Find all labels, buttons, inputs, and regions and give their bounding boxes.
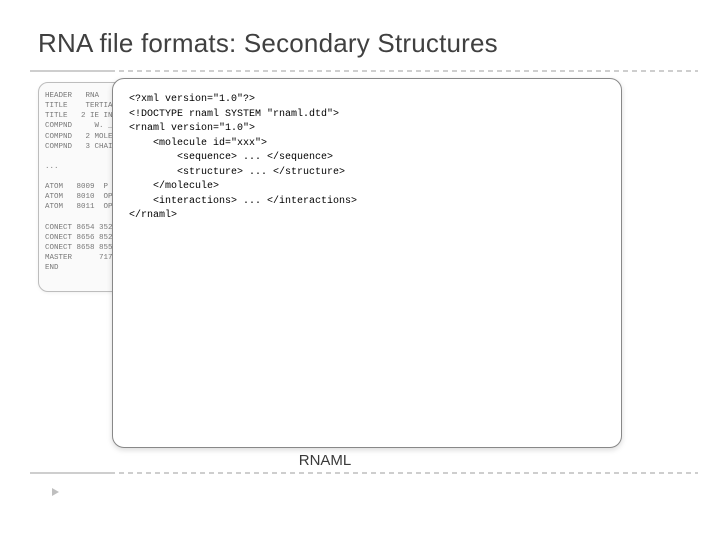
content-area: HEADER RNA TITLE TERTIAR TITLE 2 IE INI … [38,78,682,460]
slide-title: RNA file formats: Secondary Structures [38,28,682,59]
caption-label: RNAML [0,452,650,469]
rnaml-code: <?xml version="1.0"?> <!DOCTYPE rnaml SY… [129,93,605,224]
bullet-icon [52,488,59,496]
divider-top [30,68,698,74]
divider-bottom [30,470,698,476]
slide: RNA file formats: Secondary Structures H… [0,0,720,540]
rnaml-card: <?xml version="1.0"?> <!DOCTYPE rnaml SY… [112,78,622,448]
